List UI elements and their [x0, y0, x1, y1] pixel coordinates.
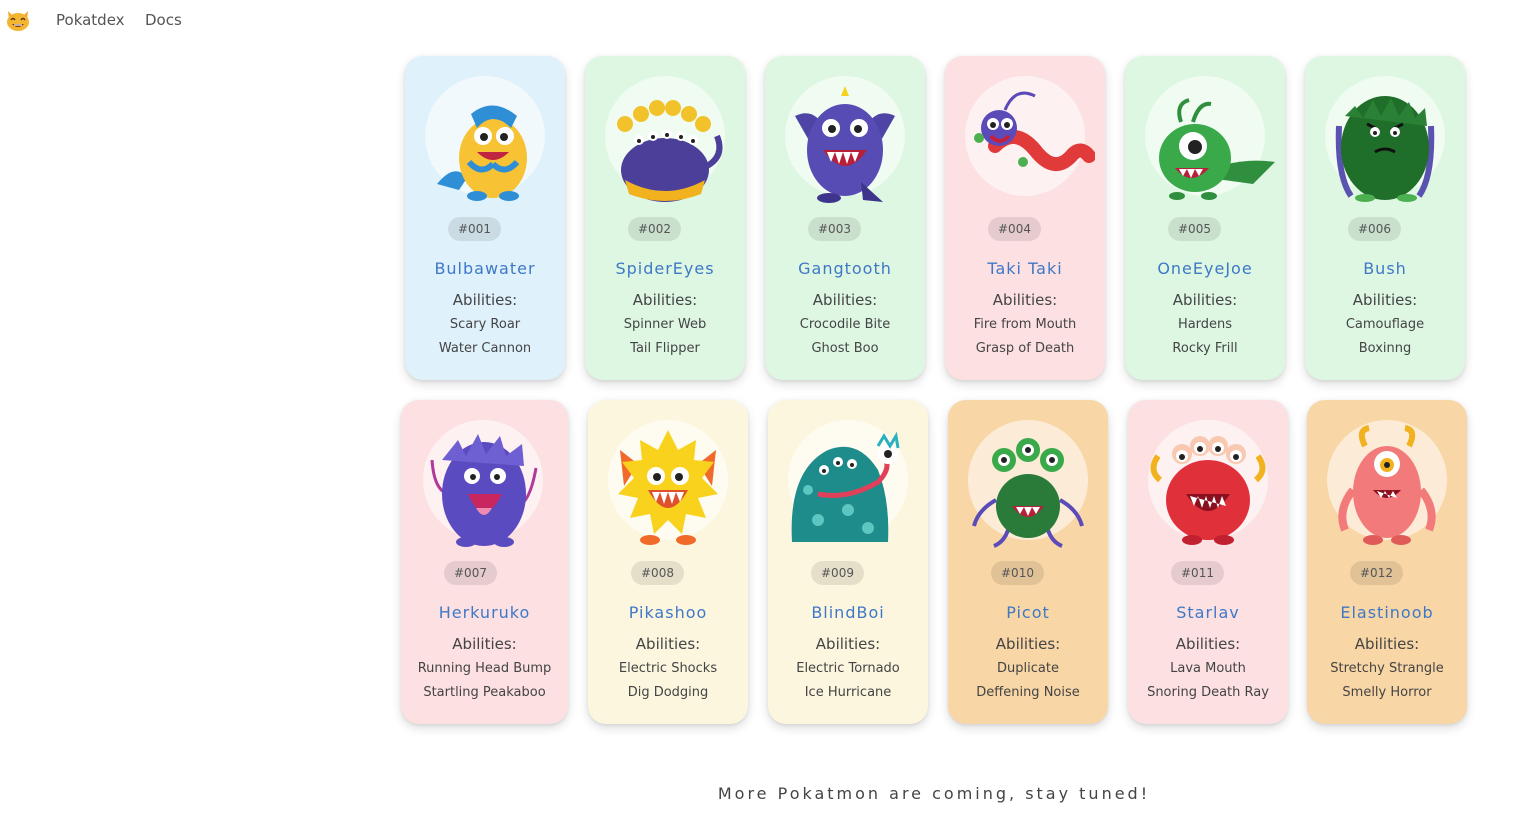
ability-item: Hardens — [1177, 317, 1233, 332]
ability-item: Ice Hurricane — [804, 685, 892, 700]
id-badge: #005 — [1168, 217, 1221, 241]
abilities-label: Abilities: — [452, 635, 517, 653]
ability-item: Water Cannon — [438, 341, 532, 356]
ability-item: Scary Roar — [449, 317, 521, 332]
green-one-eyed-monster-icon — [1159, 98, 1275, 200]
id-badge: #007 — [444, 561, 497, 585]
ability-item: Electric Tornado — [796, 661, 900, 676]
ability-item: Crocodile Bite — [799, 317, 891, 332]
ability-item: Stretchy Strangle — [1330, 661, 1444, 676]
pokatmon-name[interactable]: Pikashoo — [588, 603, 748, 622]
pokatmon-name[interactable]: Herkuruko — [401, 603, 568, 622]
ability-item: Snoring Death Ray — [1147, 685, 1269, 700]
ability-item: Tail Flipper — [630, 341, 700, 356]
id-badge: #008 — [631, 561, 684, 585]
many-eyed-purple-monster-icon — [617, 100, 723, 202]
ability-item: Startling Peakaboo — [423, 685, 546, 700]
red-four-eyed-monster-icon — [1150, 436, 1266, 545]
ability-item: Smelly Horror — [1342, 685, 1432, 700]
ability-item: Spinner Web — [623, 317, 707, 332]
abilities-label: Abilities: — [1175, 635, 1241, 653]
pokatmon-name[interactable]: OneEyeJoe — [1125, 259, 1285, 278]
pokatmon-card[interactable]: #012 Elastinoob Abilities: Stretchy Strangl… — [1307, 400, 1467, 724]
pokatmon-card[interactable]: #007 Herkuruko Abilities: Running Head Bump… — [401, 400, 568, 724]
ability-item: Dig Dodging — [627, 685, 709, 700]
pokatmon-card[interactable]: #009 BlindBoi Abilities: Electric Tornado Ic… — [768, 400, 928, 724]
abilities-label: Abilities: — [1352, 291, 1418, 309]
green-three-eyed-monster-icon — [972, 438, 1084, 548]
footer-message: More Pokatmon are coming, stay tuned! — [717, 784, 1151, 803]
id-badge: #001 — [448, 217, 501, 241]
ability-item: Duplicate — [997, 661, 1059, 676]
pink-one-eyed-monster-icon — [1338, 425, 1436, 545]
abilities-label: Abilities: — [812, 291, 878, 309]
purple-winged-monster-icon — [795, 86, 895, 203]
pokatmon-card[interactable]: #003 Gangtooth Abilities: Crocodile Bite Gho… — [765, 56, 925, 380]
pokatmon-name[interactable]: Starlav — [1128, 603, 1288, 622]
pokatmon-card[interactable]: #002 SpiderEyes Abilities: Spinner Web Tail … — [585, 56, 745, 380]
pokatmon-name[interactable]: Picot — [948, 603, 1108, 622]
id-badge: #009 — [811, 561, 864, 585]
pokatmon-card[interactable]: #008 Pikashoo Abilities: Electric Shocks Dig… — [588, 400, 748, 724]
abilities-label: Abilities: — [815, 635, 881, 653]
red-dragon-monster-icon — [974, 91, 1095, 171]
nav-link-docs[interactable]: Docs — [145, 11, 182, 29]
green-furry-monster-icon — [1335, 96, 1435, 202]
abilities-label: Abilities: — [992, 291, 1058, 309]
blue-yellow-monster-icon — [437, 105, 527, 201]
pokatmon-card[interactable]: #001 Bulbawater Abilities: Scary Roar Water … — [405, 56, 565, 380]
abilities-label: Abilities: — [1354, 635, 1420, 653]
pokatmon-name[interactable]: Bush — [1305, 259, 1465, 278]
pokatmon-card[interactable]: #010 Picot Abilities: Duplicate Deffening No… — [948, 400, 1108, 724]
pokatmon-card[interactable]: #006 Bush Abilities: Camouflage Boxinng — [1305, 56, 1465, 380]
abilities-label: Abilities: — [995, 635, 1061, 653]
abilities-label: Abilities: — [1172, 291, 1238, 309]
ability-item: Electric Shocks — [618, 661, 718, 676]
ability-item: Ghost Boo — [811, 341, 879, 356]
purple-furry-monster-icon — [430, 434, 538, 547]
ability-item: Lava Mouth — [1170, 661, 1246, 676]
abilities-label: Abilities: — [452, 291, 518, 309]
pokatmon-card[interactable]: #004 Taki Taki Abilities: Fire from Mouth Gr… — [945, 56, 1105, 380]
ability-item: Fire from Mouth — [973, 317, 1077, 332]
id-badge: #004 — [988, 217, 1041, 241]
pokatmon-name[interactable]: SpiderEyes — [585, 259, 745, 278]
ability-item: Boxinng — [1358, 341, 1412, 356]
abilities-label: Abilities: — [635, 635, 701, 653]
ability-item: Running Head Bump — [417, 661, 552, 676]
pokatmon-card[interactable]: #011 Starlav Abilities: Lava Mouth Snoring D… — [1128, 400, 1288, 724]
ability-item: Camouflage — [1345, 317, 1425, 332]
id-badge: #006 — [1348, 217, 1401, 241]
abilities-label: Abilities: — [632, 291, 698, 309]
pokatmon-card[interactable]: #005 OneEyeJoe Abilities: Hardens Rocky Fril… — [1125, 56, 1285, 380]
smiling-cat-face-icon[interactable] — [5, 8, 31, 32]
pokatmon-name[interactable]: Elastinoob — [1307, 603, 1467, 622]
teal-blob-monster-icon — [791, 431, 900, 542]
id-badge: #011 — [1171, 561, 1224, 585]
pokatmon-name[interactable]: BlindBoi — [768, 603, 928, 622]
ability-item: Deffening Noise — [976, 685, 1080, 700]
pokatmon-name[interactable]: Gangtooth — [765, 259, 925, 278]
pokatmon-name[interactable]: Bulbawater — [405, 259, 565, 278]
id-badge: #003 — [808, 217, 861, 241]
id-badge: #002 — [628, 217, 681, 241]
id-badge: #010 — [991, 561, 1044, 585]
nav-link-pokatdex[interactable]: Pokatdex — [56, 11, 125, 29]
id-badge: #012 — [1350, 561, 1403, 585]
yellow-spiky-monster-icon — [618, 430, 718, 545]
ability-item: Grasp of Death — [975, 341, 1075, 356]
pokatmon-name[interactable]: Taki Taki — [945, 259, 1105, 278]
ability-item: Rocky Frill — [1172, 341, 1238, 356]
navbar: Pokatdex Docs — [0, 0, 1515, 40]
